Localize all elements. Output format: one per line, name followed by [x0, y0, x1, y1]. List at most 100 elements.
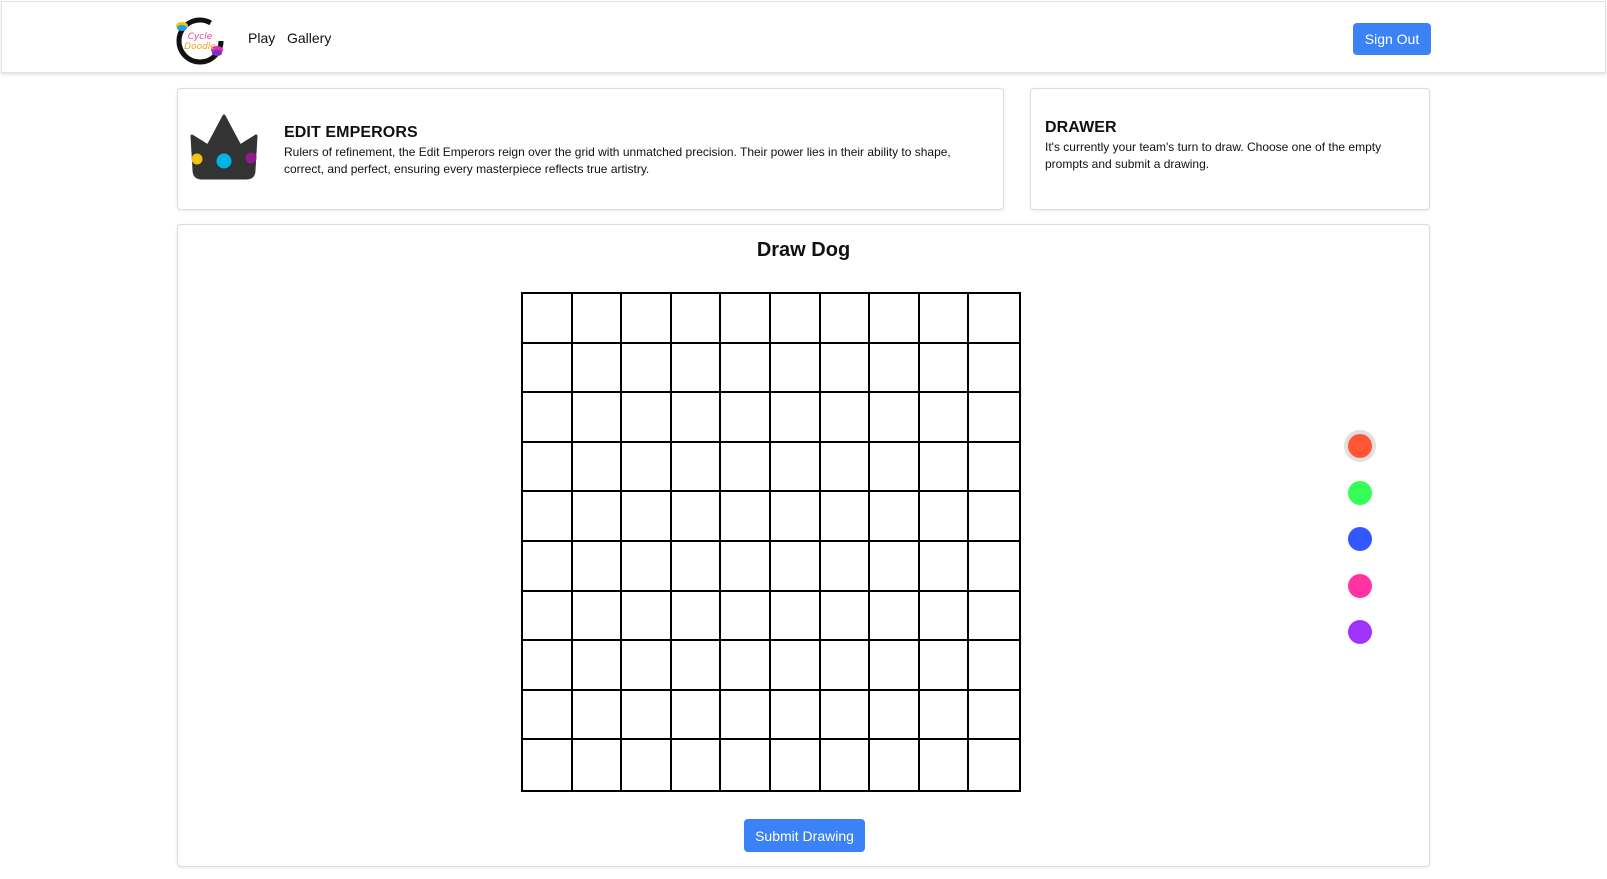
grid-cell[interactable] [721, 541, 771, 592]
grid-cell[interactable] [671, 343, 722, 394]
color-swatch[interactable] [1348, 480, 1372, 505]
grid-cell[interactable] [572, 740, 623, 790]
grid-cell[interactable] [870, 541, 920, 592]
grid-cell[interactable] [572, 294, 623, 344]
grid-cell[interactable] [919, 393, 970, 443]
grid-cell[interactable] [671, 442, 722, 493]
grid-cell[interactable] [820, 740, 871, 790]
grid-cell[interactable] [919, 294, 970, 344]
grid-cell[interactable] [770, 591, 821, 642]
submit-drawing-button[interactable]: Submit Drawing [744, 819, 865, 852]
grid-cell[interactable] [969, 740, 1019, 790]
color-swatch[interactable] [1348, 620, 1372, 644]
grid-cell[interactable] [622, 641, 672, 691]
grid-cell[interactable] [770, 690, 821, 741]
grid-cell[interactable] [671, 591, 722, 642]
grid-cell[interactable] [572, 343, 623, 394]
grid-cell[interactable] [523, 591, 573, 642]
grid-cell[interactable] [523, 740, 573, 790]
color-swatch[interactable] [1348, 527, 1372, 551]
grid-cell[interactable] [770, 294, 821, 344]
grid-cell[interactable] [770, 343, 821, 394]
grid-cell[interactable] [770, 641, 821, 691]
grid-cell[interactable] [870, 442, 920, 493]
grid-cell[interactable] [820, 641, 871, 691]
grid-cell[interactable] [870, 294, 920, 344]
grid-cell[interactable] [671, 541, 722, 592]
grid-cell[interactable] [671, 740, 722, 790]
grid-cell[interactable] [622, 442, 672, 493]
sign-out-button[interactable]: Sign Out [1353, 23, 1431, 55]
grid-cell[interactable] [721, 442, 771, 493]
grid-cell[interactable] [523, 294, 573, 344]
grid-cell[interactable] [870, 492, 920, 542]
grid-cell[interactable] [870, 641, 920, 691]
grid-cell[interactable] [919, 492, 970, 542]
grid-cell[interactable] [969, 393, 1019, 443]
grid-cell[interactable] [770, 442, 821, 493]
grid-cell[interactable] [969, 492, 1019, 542]
grid-cell[interactable] [820, 343, 871, 394]
grid-cell[interactable] [622, 591, 672, 642]
grid-cell[interactable] [870, 591, 920, 642]
grid-cell[interactable] [671, 294, 722, 344]
grid-cell[interactable] [572, 442, 623, 493]
grid-cell[interactable] [820, 492, 871, 542]
grid-cell[interactable] [919, 690, 970, 741]
grid-cell[interactable] [671, 641, 722, 691]
cycle-doodle-logo[interactable]: Cycle Doodle [174, 14, 226, 66]
grid-cell[interactable] [523, 541, 573, 592]
grid-cell[interactable] [870, 740, 920, 790]
grid-cell[interactable] [969, 690, 1019, 741]
grid-cell[interactable] [572, 690, 623, 741]
grid-cell[interactable] [523, 641, 573, 691]
grid-cell[interactable] [572, 492, 623, 542]
grid-cell[interactable] [622, 541, 672, 592]
grid-cell[interactable] [870, 690, 920, 741]
grid-cell[interactable] [622, 294, 672, 344]
grid-cell[interactable] [770, 492, 821, 542]
grid-cell[interactable] [969, 591, 1019, 642]
grid-cell[interactable] [721, 294, 771, 344]
grid-cell[interactable] [721, 740, 771, 790]
grid-cell[interactable] [523, 393, 573, 443]
grid-cell[interactable] [919, 541, 970, 592]
grid-cell[interactable] [820, 591, 871, 642]
grid-cell[interactable] [523, 343, 573, 394]
grid-cell[interactable] [969, 294, 1019, 344]
grid-cell[interactable] [721, 690, 771, 741]
grid-cell[interactable] [572, 641, 623, 691]
grid-cell[interactable] [622, 343, 672, 394]
grid-cell[interactable] [770, 393, 821, 443]
grid-cell[interactable] [572, 393, 623, 443]
color-swatch[interactable] [1348, 573, 1372, 598]
drawing-grid[interactable] [521, 292, 1021, 792]
grid-cell[interactable] [870, 343, 920, 394]
grid-cell[interactable] [671, 393, 722, 443]
nav-link-gallery[interactable]: Gallery [287, 30, 331, 46]
grid-cell[interactable] [919, 641, 970, 691]
grid-cell[interactable] [870, 393, 920, 443]
grid-cell[interactable] [820, 393, 871, 443]
grid-cell[interactable] [622, 690, 672, 741]
grid-cell[interactable] [969, 541, 1019, 592]
grid-cell[interactable] [721, 393, 771, 443]
nav-link-play[interactable]: Play [248, 30, 275, 46]
grid-cell[interactable] [721, 641, 771, 691]
grid-cell[interactable] [919, 442, 970, 493]
grid-cell[interactable] [671, 492, 722, 542]
grid-cell[interactable] [969, 641, 1019, 691]
grid-cell[interactable] [820, 442, 871, 493]
grid-cell[interactable] [622, 492, 672, 542]
grid-cell[interactable] [523, 690, 573, 741]
grid-cell[interactable] [820, 690, 871, 741]
grid-cell[interactable] [969, 442, 1019, 493]
color-swatch[interactable] [1348, 434, 1372, 458]
grid-cell[interactable] [622, 740, 672, 790]
grid-cell[interactable] [919, 343, 970, 394]
grid-cell[interactable] [622, 393, 672, 443]
grid-cell[interactable] [721, 591, 771, 642]
grid-cell[interactable] [671, 690, 722, 741]
grid-cell[interactable] [572, 541, 623, 592]
grid-cell[interactable] [721, 492, 771, 542]
